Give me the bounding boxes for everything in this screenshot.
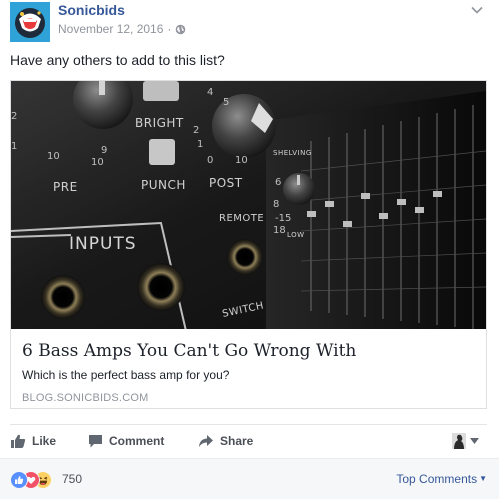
post-date[interactable]: November 12, 2016 — [58, 22, 163, 36]
caret-down-icon — [470, 438, 479, 444]
comment-sort-label: Top Comments — [396, 472, 478, 486]
post-as-selector[interactable] — [452, 433, 479, 449]
comment-sort-dropdown[interactable]: Top Comments ▼ — [396, 472, 487, 486]
meta-separator: · — [167, 22, 172, 36]
thumbs-up-icon — [11, 434, 26, 448]
share-button[interactable]: Share — [198, 425, 253, 457]
reaction-count[interactable]: 750 — [62, 472, 82, 486]
post-action-bar: Like Comment Share — [10, 424, 487, 457]
link-domain: BLOG.SONICBIDS.COM — [22, 392, 149, 404]
facebook-post: Sonicbids November 12, 2016 · Have any o… — [0, 0, 499, 501]
link-preview-card[interactable]: 10 9 10 2 1 0 10 4 5 2 1 6 8 -15 18 BRIG… — [10, 80, 487, 409]
user-mini-avatar — [452, 433, 466, 449]
page-avatar[interactable] — [10, 2, 50, 42]
like-button[interactable]: Like — [10, 425, 56, 457]
share-button-label: Share — [220, 434, 254, 448]
comment-button-label: Comment — [109, 434, 165, 448]
post-options-chevron-icon[interactable] — [471, 6, 483, 14]
reaction-icons[interactable] — [10, 471, 60, 489]
link-title[interactable]: 6 Bass Amps You Can't Go Wrong With — [22, 341, 356, 361]
preview-image-bass-amp[interactable]: 10 9 10 2 1 0 10 4 5 2 1 6 8 -15 18 BRIG… — [11, 81, 486, 329]
globe-icon[interactable] — [175, 24, 186, 35]
like-reaction-icon — [10, 471, 28, 489]
sort-caret-icon: ▼ — [479, 474, 487, 483]
like-button-label: Like — [32, 434, 57, 448]
comment-button[interactable]: Comment — [88, 425, 164, 457]
page-name-link[interactable]: Sonicbids — [58, 2, 125, 18]
share-arrow-icon — [199, 435, 213, 447]
link-description: Which is the perfect bass amp for you? — [22, 368, 230, 382]
reactions-bar: 750 Top Comments ▼ — [0, 458, 499, 499]
comment-bubble-icon — [89, 435, 102, 448]
post-caption: Have any others to add to this list? — [10, 52, 225, 68]
post-meta: November 12, 2016 · — [58, 22, 186, 36]
